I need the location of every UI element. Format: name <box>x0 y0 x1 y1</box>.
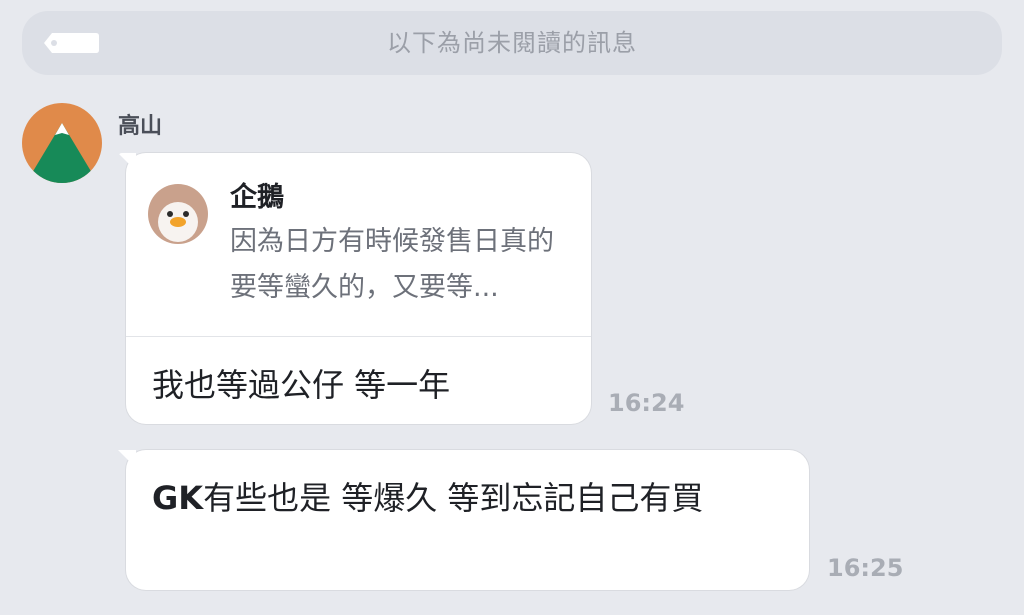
quoted-message-text: 因為日方有時候發售日真的要等蠻久的，又要等... <box>230 226 554 303</box>
quoted-author-name: 企鵝 <box>230 182 284 213</box>
mountain-avatar-icon <box>22 103 102 183</box>
message-text-bold: GK <box>152 479 204 517</box>
message-text: 我也等過公仔 等一年 <box>152 366 451 404</box>
quoted-author-avatar <box>148 184 208 244</box>
penguin-avatar-icon <box>148 184 208 244</box>
message-bubble[interactable]: 企鵝 因為日方有時候發售日真的要等蠻久的，又要等... 我也等過公仔 等一年 <box>118 153 591 424</box>
message-timestamp: 16:25 <box>827 554 904 582</box>
message-text-rest: 有些也是 等爆久 等到忘記自己有買 <box>203 479 704 517</box>
unread-banner-text: 以下為尚未閱讀的訊息 <box>387 29 637 57</box>
bubble-tail <box>118 153 136 171</box>
avatar[interactable] <box>22 103 102 183</box>
quote-divider <box>126 336 591 337</box>
sender-name: 高山 <box>118 114 163 139</box>
message-bubble[interactable]: GK有些也是 等爆久 等到忘記自己有買 <box>118 450 809 590</box>
message-timestamp: 16:24 <box>608 389 685 417</box>
bubble-tail <box>118 450 136 468</box>
message-text: GK有些也是 等爆久 等到忘記自己有買 <box>152 470 772 526</box>
unread-messages-banner[interactable]: 以下為尚未閱讀的訊息 <box>22 11 1002 75</box>
